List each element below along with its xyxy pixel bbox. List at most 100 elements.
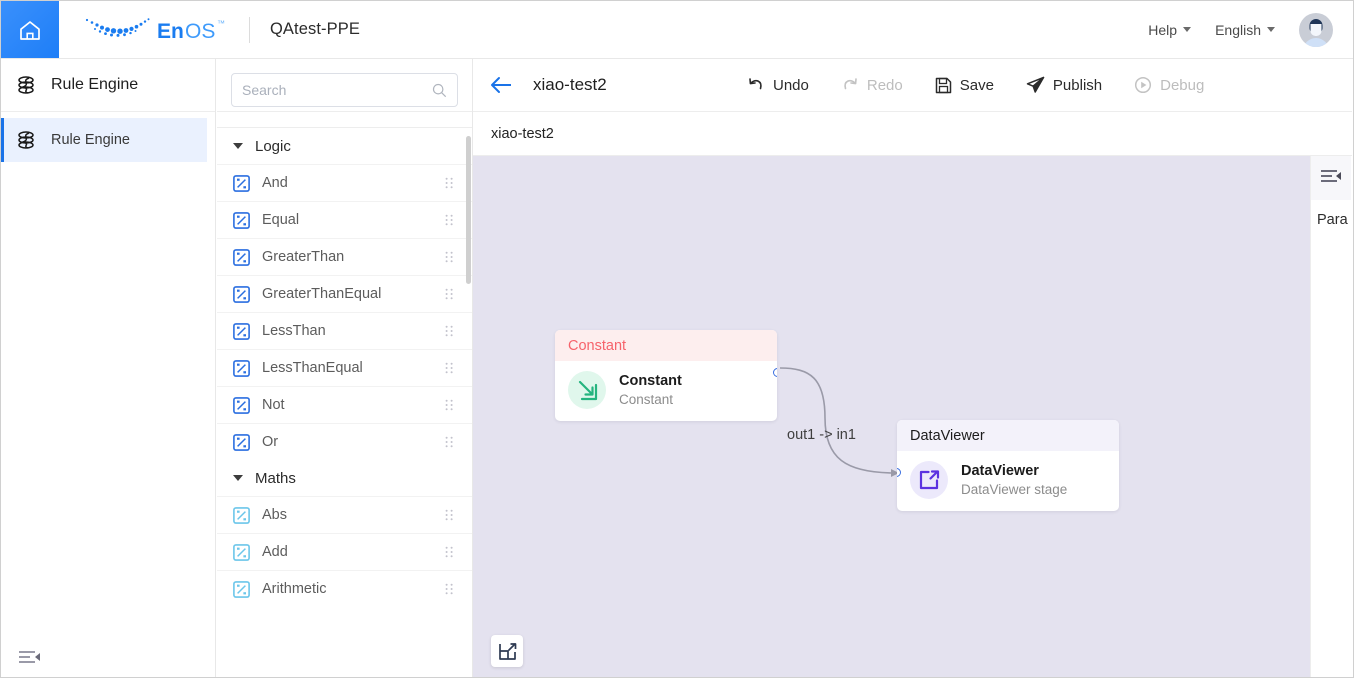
enos-logo[interactable]: En OS ™ QAtest-PPE — [81, 13, 360, 47]
flow-canvas[interactable]: Constant Constant Constant DataViewer Da… — [473, 156, 1311, 677]
node-type-icon — [233, 211, 250, 229]
undo-button[interactable]: Undo — [733, 70, 823, 100]
editor-toolbar: xiao-test2 Undo Redo Save Publish Debug — [473, 59, 1352, 112]
parameters-panel-label: Para — [1317, 212, 1348, 228]
palette-scrollbar[interactable] — [465, 128, 472, 677]
node-constant-title: Constant — [619, 372, 682, 389]
edge-label: out1 -> in1 — [787, 427, 856, 443]
node-constant-subtitle: Constant — [619, 391, 674, 407]
node-constant-header: Constant — [555, 330, 777, 361]
language-menu[interactable]: English — [1203, 16, 1287, 44]
drag-handle-icon[interactable] — [445, 399, 454, 411]
redo-icon — [844, 78, 857, 90]
dataviewer-export-icon — [910, 461, 948, 499]
svg-text:™: ™ — [217, 19, 225, 28]
edge-path[interactable] — [779, 367, 897, 474]
chevron-down-icon — [1183, 27, 1192, 32]
sidebar-item-rule-engine[interactable]: Rule Engine — [1, 118, 207, 162]
palette-list[interactable]: Logic And Equal GreaterThan GreaterThanEqual… — [217, 127, 472, 677]
palette-item-label: GreaterThan — [262, 249, 345, 265]
palette-item-greaterthanequal[interactable]: GreaterThanEqual — [217, 275, 472, 312]
palette-item-abs[interactable]: Abs — [217, 496, 472, 533]
palette-item-label: Equal — [262, 212, 300, 228]
drag-handle-icon[interactable] — [445, 362, 454, 374]
top-bar-right: Help English — [1136, 12, 1353, 47]
avatar[interactable] — [1299, 12, 1333, 47]
drag-handle-icon[interactable] — [445, 251, 454, 263]
redo-button[interactable]: Redo — [827, 70, 917, 100]
palette-item-equal[interactable]: Equal — [217, 201, 472, 238]
palette-item-label: Abs — [262, 507, 287, 523]
sidebar-header-label: Rule Engine — [51, 76, 139, 93]
palette-item-greaterthan[interactable]: GreaterThan — [217, 238, 472, 275]
palette-item-label: GreaterThanEqual — [262, 286, 382, 302]
node-type-icon — [233, 543, 250, 561]
collapse-sidebar-button[interactable] — [19, 650, 41, 668]
palette-item-label: And — [262, 175, 288, 191]
app-root: En OS ™ QAtest-PPE Help English Rule Eng… — [0, 0, 1354, 678]
logo-divider — [249, 16, 250, 43]
palette-item-lessthanequal[interactable]: LessThanEqual — [217, 349, 472, 386]
node-dataviewer-title: DataViewer — [961, 462, 1039, 479]
palette-item-arithmetic[interactable]: Arithmetic — [217, 570, 472, 607]
parameters-panel: Para — [1310, 156, 1351, 677]
tenant-name: QAtest-PPE — [270, 20, 360, 38]
tab-xiao-test2[interactable]: xiao-test2 — [491, 126, 554, 142]
debug-button[interactable]: Debug — [1120, 70, 1218, 100]
sidebar-item-label: Rule Engine — [51, 132, 130, 148]
search-input[interactable] — [242, 82, 432, 98]
drag-handle-icon[interactable] — [445, 214, 454, 226]
chevron-down-icon — [233, 143, 243, 149]
flow-title: xiao-test2 — [533, 75, 607, 94]
node-type-icon — [233, 580, 250, 598]
drag-handle-icon[interactable] — [445, 509, 454, 521]
node-type-icon — [233, 248, 250, 266]
node-constant-output-port[interactable] — [773, 368, 777, 377]
search-box[interactable] — [231, 73, 458, 107]
rule-engine-icon — [18, 131, 34, 149]
node-dataviewer-header: DataViewer — [897, 420, 1119, 451]
collapse-panel-icon — [1321, 170, 1341, 182]
node-constant-text: Constant Constant — [619, 372, 682, 409]
drag-handle-icon[interactable] — [445, 288, 454, 300]
back-button[interactable] — [473, 59, 529, 111]
node-type-icon — [233, 174, 250, 192]
save-label: Save — [959, 76, 994, 94]
palette-item-and[interactable]: And — [217, 164, 472, 201]
help-menu[interactable]: Help — [1136, 16, 1203, 44]
drag-handle-icon[interactable] — [445, 436, 454, 448]
palette-group-maths[interactable]: Maths — [217, 460, 472, 496]
drag-handle-icon[interactable] — [445, 546, 454, 558]
save-button[interactable]: Save — [921, 71, 1008, 100]
palette-item-label: LessThanEqual — [262, 360, 363, 376]
top-bar: En OS ™ QAtest-PPE Help English — [1, 1, 1353, 59]
save-icon — [935, 77, 951, 93]
home-button[interactable] — [1, 1, 59, 58]
palette-item-add[interactable]: Add — [217, 533, 472, 570]
node-type-icon — [233, 396, 250, 414]
avatar-body — [1303, 37, 1329, 47]
drag-handle-icon[interactable] — [445, 583, 454, 595]
language-menu-label: English — [1215, 21, 1261, 38]
svg-text:OS: OS — [185, 20, 215, 43]
node-type-icon — [233, 285, 250, 303]
palette-item-not[interactable]: Not — [217, 386, 472, 423]
enos-logo-mark: En OS ™ — [85, 17, 225, 43]
node-dataviewer-body: DataViewer DataViewer stage — [897, 451, 1119, 511]
palette-item-lessthan[interactable]: LessThan — [217, 312, 472, 349]
palette-scrollbar-thumb[interactable] — [466, 136, 471, 284]
node-type-icon — [233, 433, 250, 451]
node-constant[interactable]: Constant Constant Constant — [555, 330, 777, 421]
palette-item-or[interactable]: Or — [217, 423, 472, 460]
drag-handle-icon[interactable] — [445, 325, 454, 337]
node-dataviewer[interactable]: DataViewer DataViewer DataViewer stage — [897, 420, 1119, 511]
collapse-panel-button[interactable] — [1311, 156, 1351, 200]
drag-handle-icon[interactable] — [445, 177, 454, 189]
undo-label: Undo — [773, 76, 809, 94]
palette-group-logic[interactable]: Logic — [217, 128, 472, 164]
fit-to-screen-button[interactable] — [491, 635, 523, 667]
palette-search-area — [217, 59, 472, 112]
publish-button[interactable]: Publish — [1012, 70, 1116, 100]
home-icon — [20, 20, 40, 40]
publish-label: Publish — [1052, 76, 1103, 94]
